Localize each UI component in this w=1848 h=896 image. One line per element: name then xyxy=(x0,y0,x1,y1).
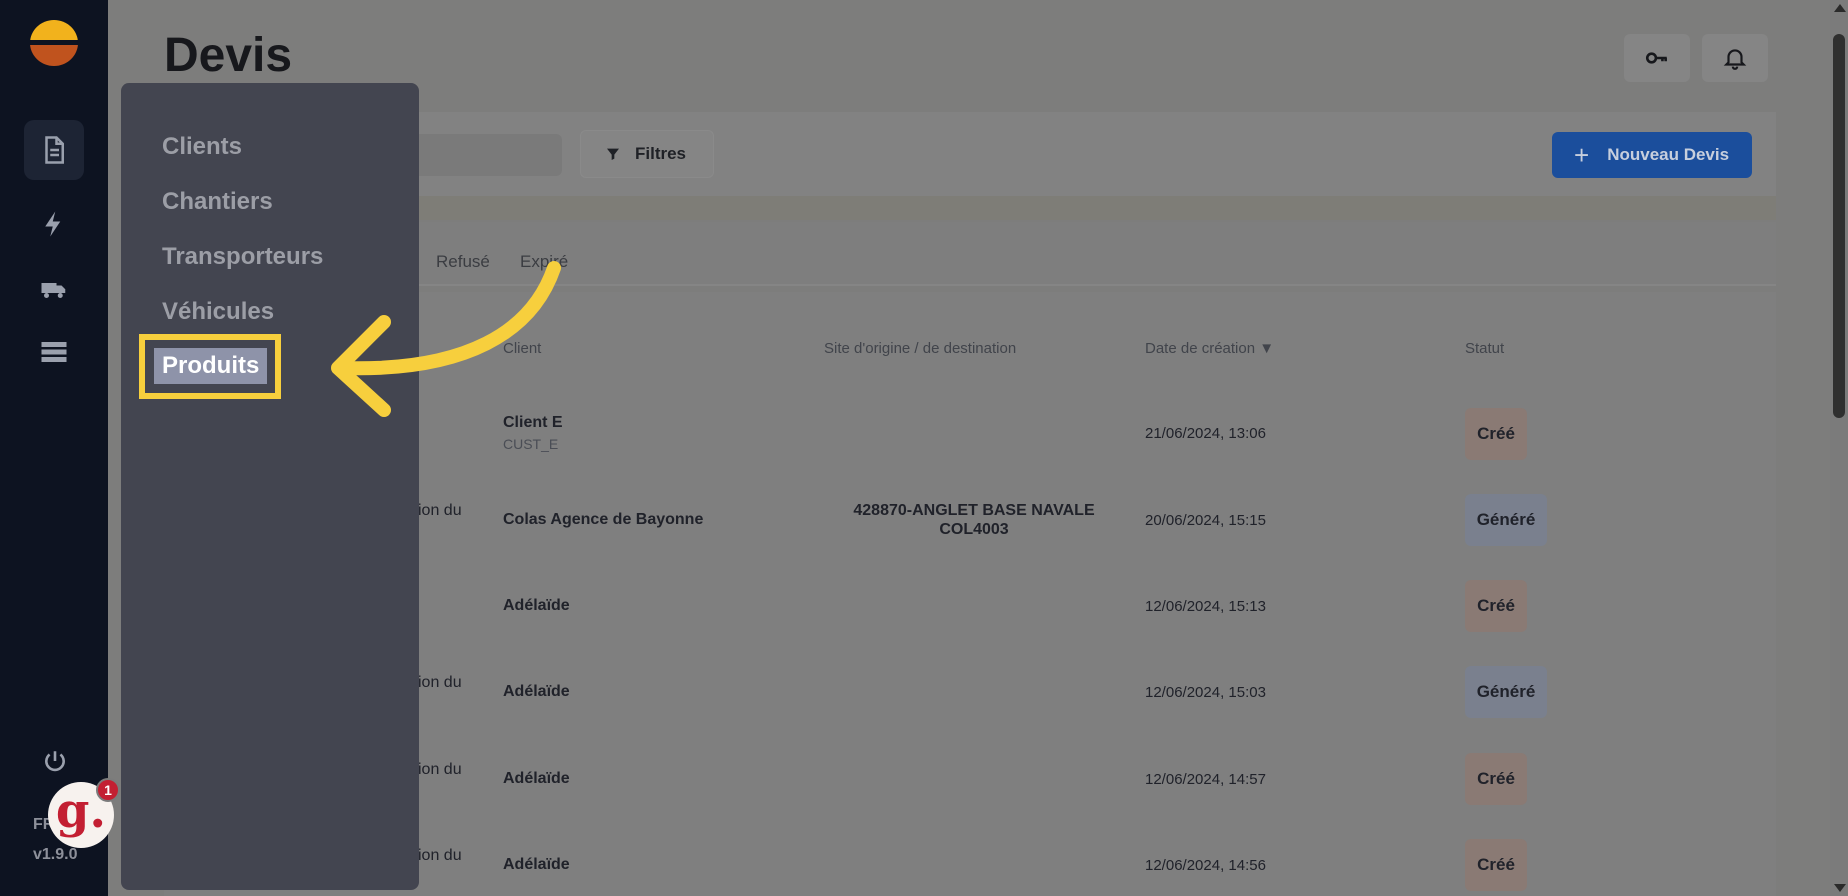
app-version: v1.9.0 xyxy=(33,846,78,863)
pointer-arrow-icon xyxy=(331,261,561,417)
row-2-site-line-2: COL4003 xyxy=(939,521,1009,538)
row-5-client[interactable]: Adélaïde xyxy=(503,770,570,788)
row-4-date: 12/06/2024, 15:03 xyxy=(1145,684,1266,701)
filter-icon xyxy=(607,148,619,160)
data-submenu: Clients Chantiers Transporteurs Véhicule… xyxy=(121,83,419,890)
new-devis-label: Nouveau Devis xyxy=(1607,145,1730,164)
nav-data-button[interactable] xyxy=(24,322,84,382)
truck-icon xyxy=(41,283,66,298)
menu-item-transporteurs[interactable]: Transporteurs xyxy=(162,243,323,271)
row-4-status-badge: Généré xyxy=(1465,666,1547,718)
app-sidebar: FR v1.9.0 xyxy=(0,0,108,896)
nav-devis-button[interactable] xyxy=(24,120,84,180)
row-2-client[interactable]: Colas Agence de Bayonne xyxy=(503,511,703,529)
lightning-icon xyxy=(45,211,61,237)
menu-item-vehicules[interactable]: Véhicules xyxy=(162,298,274,326)
filter-label: Filtres xyxy=(635,144,687,163)
row-3-date: 12/06/2024, 15:13 xyxy=(1145,598,1266,615)
nav-transport-button[interactable] xyxy=(24,258,84,318)
row-3-client[interactable]: Adélaïde xyxy=(503,597,570,615)
notification-badge: 1 xyxy=(96,778,120,802)
new-devis-button[interactable]: + Nouveau Devis xyxy=(1552,132,1752,178)
document-icon xyxy=(45,136,64,164)
scroll-up-icon[interactable] xyxy=(1834,4,1846,12)
guide-assistant-button[interactable]: g. 1 xyxy=(48,778,120,848)
row-2-status-badge: Généré xyxy=(1465,494,1547,546)
key-button[interactable] xyxy=(1624,34,1690,82)
row-4-client[interactable]: Adélaïde xyxy=(503,683,570,701)
row-6-date: 12/06/2024, 14:56 xyxy=(1145,857,1266,874)
highlight-frame xyxy=(139,334,281,399)
row-6-left-fragment: ion du xyxy=(418,847,462,864)
row-5-left-fragment: ion du xyxy=(418,761,462,778)
row-4-left-fragment: ion du xyxy=(418,674,462,691)
row-5-status-badge: Créé xyxy=(1465,753,1527,805)
page-title: Devis xyxy=(164,29,293,82)
page-scrollbar[interactable] xyxy=(1830,0,1848,896)
row-5-date: 12/06/2024, 14:57 xyxy=(1145,771,1266,788)
column-header-date[interactable]: Date de création ▼ xyxy=(1145,340,1274,357)
plus-icon: + xyxy=(1574,140,1590,170)
nav-activity-button[interactable] xyxy=(24,194,84,254)
scrollbar-thumb[interactable] xyxy=(1833,34,1845,418)
column-header-site[interactable]: Site d'origine / de destination xyxy=(824,340,1016,357)
row-1-status-badge: Créé xyxy=(1465,408,1527,460)
row-1-date: 21/06/2024, 13:06 xyxy=(1145,425,1266,442)
scroll-down-icon[interactable] xyxy=(1834,884,1846,892)
menu-item-chantiers[interactable]: Chantiers xyxy=(162,188,273,216)
row-2-site-line-1: 428870-ANGLET BASE NAVALE xyxy=(853,502,1095,519)
app-logo[interactable] xyxy=(30,20,78,66)
row-6-client[interactable]: Adélaïde xyxy=(503,856,570,874)
menu-item-clients[interactable]: Clients xyxy=(162,133,242,161)
row-2-date: 20/06/2024, 15:15 xyxy=(1145,512,1266,529)
bell-icon xyxy=(1723,49,1747,70)
row-1-client-code: CUST_E xyxy=(503,436,559,452)
row-2-left-fragment: ion du xyxy=(418,502,462,519)
key-icon xyxy=(1645,52,1667,64)
filter-button[interactable]: Filtres xyxy=(580,130,714,178)
notifications-button[interactable] xyxy=(1702,34,1768,82)
power-icon[interactable] xyxy=(42,748,68,774)
column-header-status[interactable]: Statut xyxy=(1465,340,1504,357)
row-3-status-badge: Créé xyxy=(1465,580,1527,632)
row-6-status-badge: Créé xyxy=(1465,839,1527,891)
list-icon xyxy=(41,342,67,362)
